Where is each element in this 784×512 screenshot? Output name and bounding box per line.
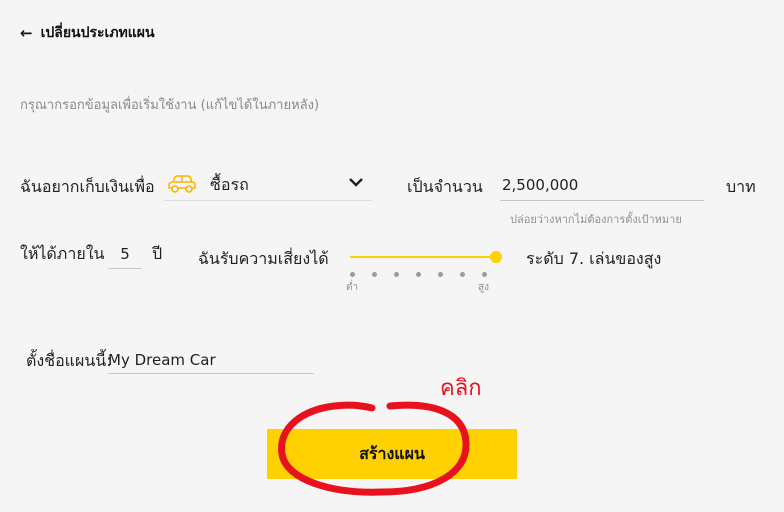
slider-tick [438,272,443,277]
slider-tick [460,272,465,277]
plan-name-input[interactable] [108,347,314,374]
back-button[interactable]: ← เปลี่ยนประเภทแผน [20,22,155,44]
plan-name-label: ตั้งชื่อแผนนี้: [26,351,112,370]
slider-track[interactable] [350,256,496,258]
subtitle: กรุณากรอกข้อมูลเพื่อเริ่มใช้งาน (แก้ไขได… [20,98,320,113]
slider-tick [416,272,421,277]
chevron-down-icon[interactable] [348,174,364,190]
amount-label: เป็นจำนวน [407,177,483,196]
slider-tick [350,272,355,277]
back-label: เปลี่ยนประเภทแผน [40,25,155,41]
goal-value: ซื้อรถ [210,174,249,194]
create-plan-button[interactable]: สร้างแผน [267,429,517,479]
click-annotation: คลิก [440,376,482,401]
risk-label: ฉันรับความเสี่ยงได้ [198,249,329,268]
duration-label: ให้ได้ภายใน [20,244,105,263]
goal-select[interactable]: ซื้อรถ [164,170,372,201]
goal-label: ฉันอยากเก็บเงินเพื่อ [20,177,155,196]
slider-high-label: สูง [478,282,489,293]
slider-low-label: ต่ำ [346,282,359,293]
duration-unit: ปี [152,244,163,263]
slider-tick [482,272,487,277]
car-icon [168,175,196,193]
amount-hint: ปล่อยว่างหากไม่ต้องการตั้งเป้าหมาย [510,213,682,226]
amount-unit: บาท [726,177,756,196]
arrow-left-icon: ← [20,24,33,42]
risk-level-text: ระดับ 7. เล่นของสูง [526,249,662,268]
slider-thumb[interactable] [490,251,502,263]
risk-slider[interactable]: ต่ำ สูง [346,250,502,300]
years-input[interactable] [108,240,142,269]
slider-tick [372,272,377,277]
amount-input[interactable] [500,170,704,201]
slider-tick [394,272,399,277]
